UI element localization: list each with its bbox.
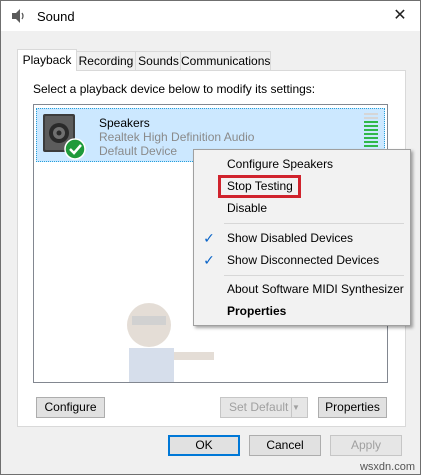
tab-recording[interactable]: Recording [75,51,137,70]
menu-item-show-disabled[interactable]: ✓ Show Disabled Devices [194,227,410,249]
level-meter-segment [364,141,378,143]
menu-item-label: Disable [227,201,268,215]
ok-button[interactable]: OK [168,435,240,456]
level-meter-segment [364,113,378,115]
speaker-icon [43,114,86,160]
tab-playback[interactable]: Playback [17,49,77,71]
sound-speaker-icon [12,9,24,23]
tab-sounds[interactable]: Sounds [135,51,182,70]
checkmark-icon: ✓ [203,252,215,268]
menu-item-configure-speakers[interactable]: Configure Speakers [194,153,410,175]
menu-item-label: Configure Speakers [227,157,334,171]
level-meter-segment [364,137,378,139]
menu-item-label: Properties [227,304,287,318]
title-bar: Sound ✕ [1,1,420,31]
menu-item-label: Show Disconnected Devices [227,253,380,267]
configure-button[interactable]: Configure [36,397,105,418]
site-watermark: wsxdn.com [359,461,415,473]
properties-button[interactable]: Properties [318,397,387,418]
device-status: Default Device [99,144,178,158]
chevron-down-icon: ▼ [291,398,307,417]
level-meter-segment [364,133,378,135]
menu-separator [224,275,404,276]
level-meter-segment [364,145,378,147]
checkmark-icon: ✓ [203,230,215,246]
annotation-highlight-box [218,175,301,198]
apply-button: Apply [330,435,402,456]
level-meter-segment [364,121,378,123]
level-meter-segment [364,117,378,119]
device-name: Speakers [99,116,150,130]
set-default-label: Set Default [229,400,289,414]
level-meter-segment [364,125,378,127]
green-check-icon [64,138,86,160]
menu-separator [224,223,404,224]
menu-item-disable[interactable]: Disable [194,197,410,219]
level-meter-segment [364,129,378,131]
menu-item-about-midi[interactable]: About Software MIDI Synthesizer [194,278,410,300]
window-title: Sound [37,9,75,24]
menu-item-properties[interactable]: Properties [194,300,410,322]
instruction-text: Select a playback device below to modify… [33,82,316,96]
cancel-button[interactable]: Cancel [249,435,321,456]
menu-item-show-disconnected[interactable]: ✓ Show Disconnected Devices [194,249,410,271]
menu-item-label: About Software MIDI Synthesizer [227,282,404,296]
close-button[interactable]: ✕ [390,7,410,25]
set-default-split-button: Set Default ▼ [220,397,308,418]
device-driver: Realtek High Definition Audio [99,130,255,144]
menu-item-label: Show Disabled Devices [227,231,354,245]
tab-communications[interactable]: Communications [180,51,271,70]
